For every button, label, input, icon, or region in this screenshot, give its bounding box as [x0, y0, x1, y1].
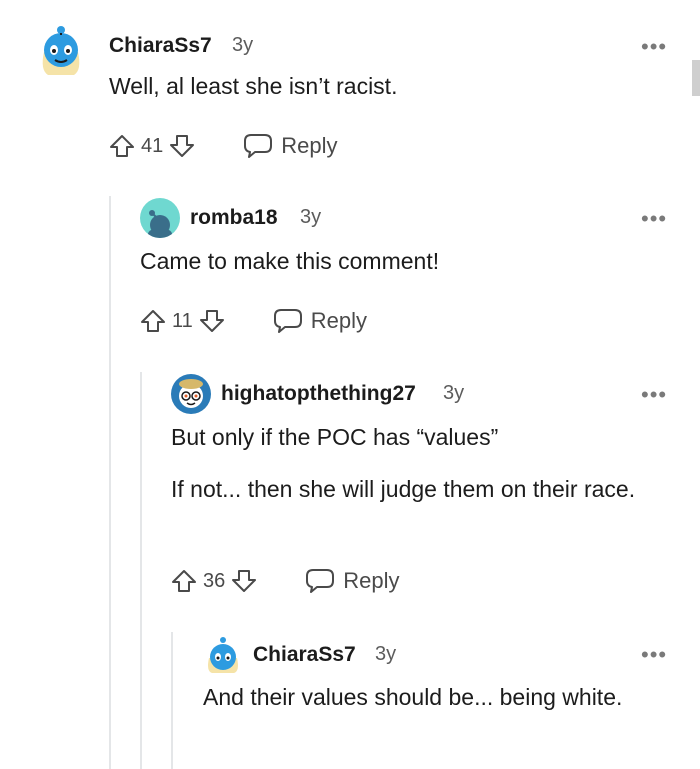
timestamp[interactable]: 3y [375, 643, 396, 666]
username[interactable]: ChiaraSs7 [253, 643, 356, 667]
avatar[interactable] [204, 634, 242, 674]
comment-chiarass7-reply: ChiaraSs7 3y ••• And their values should… [0, 0, 700, 769]
more-horizontal-icon[interactable]: ••• [641, 644, 667, 666]
comment-text: And their values should be... being whit… [203, 684, 623, 710]
